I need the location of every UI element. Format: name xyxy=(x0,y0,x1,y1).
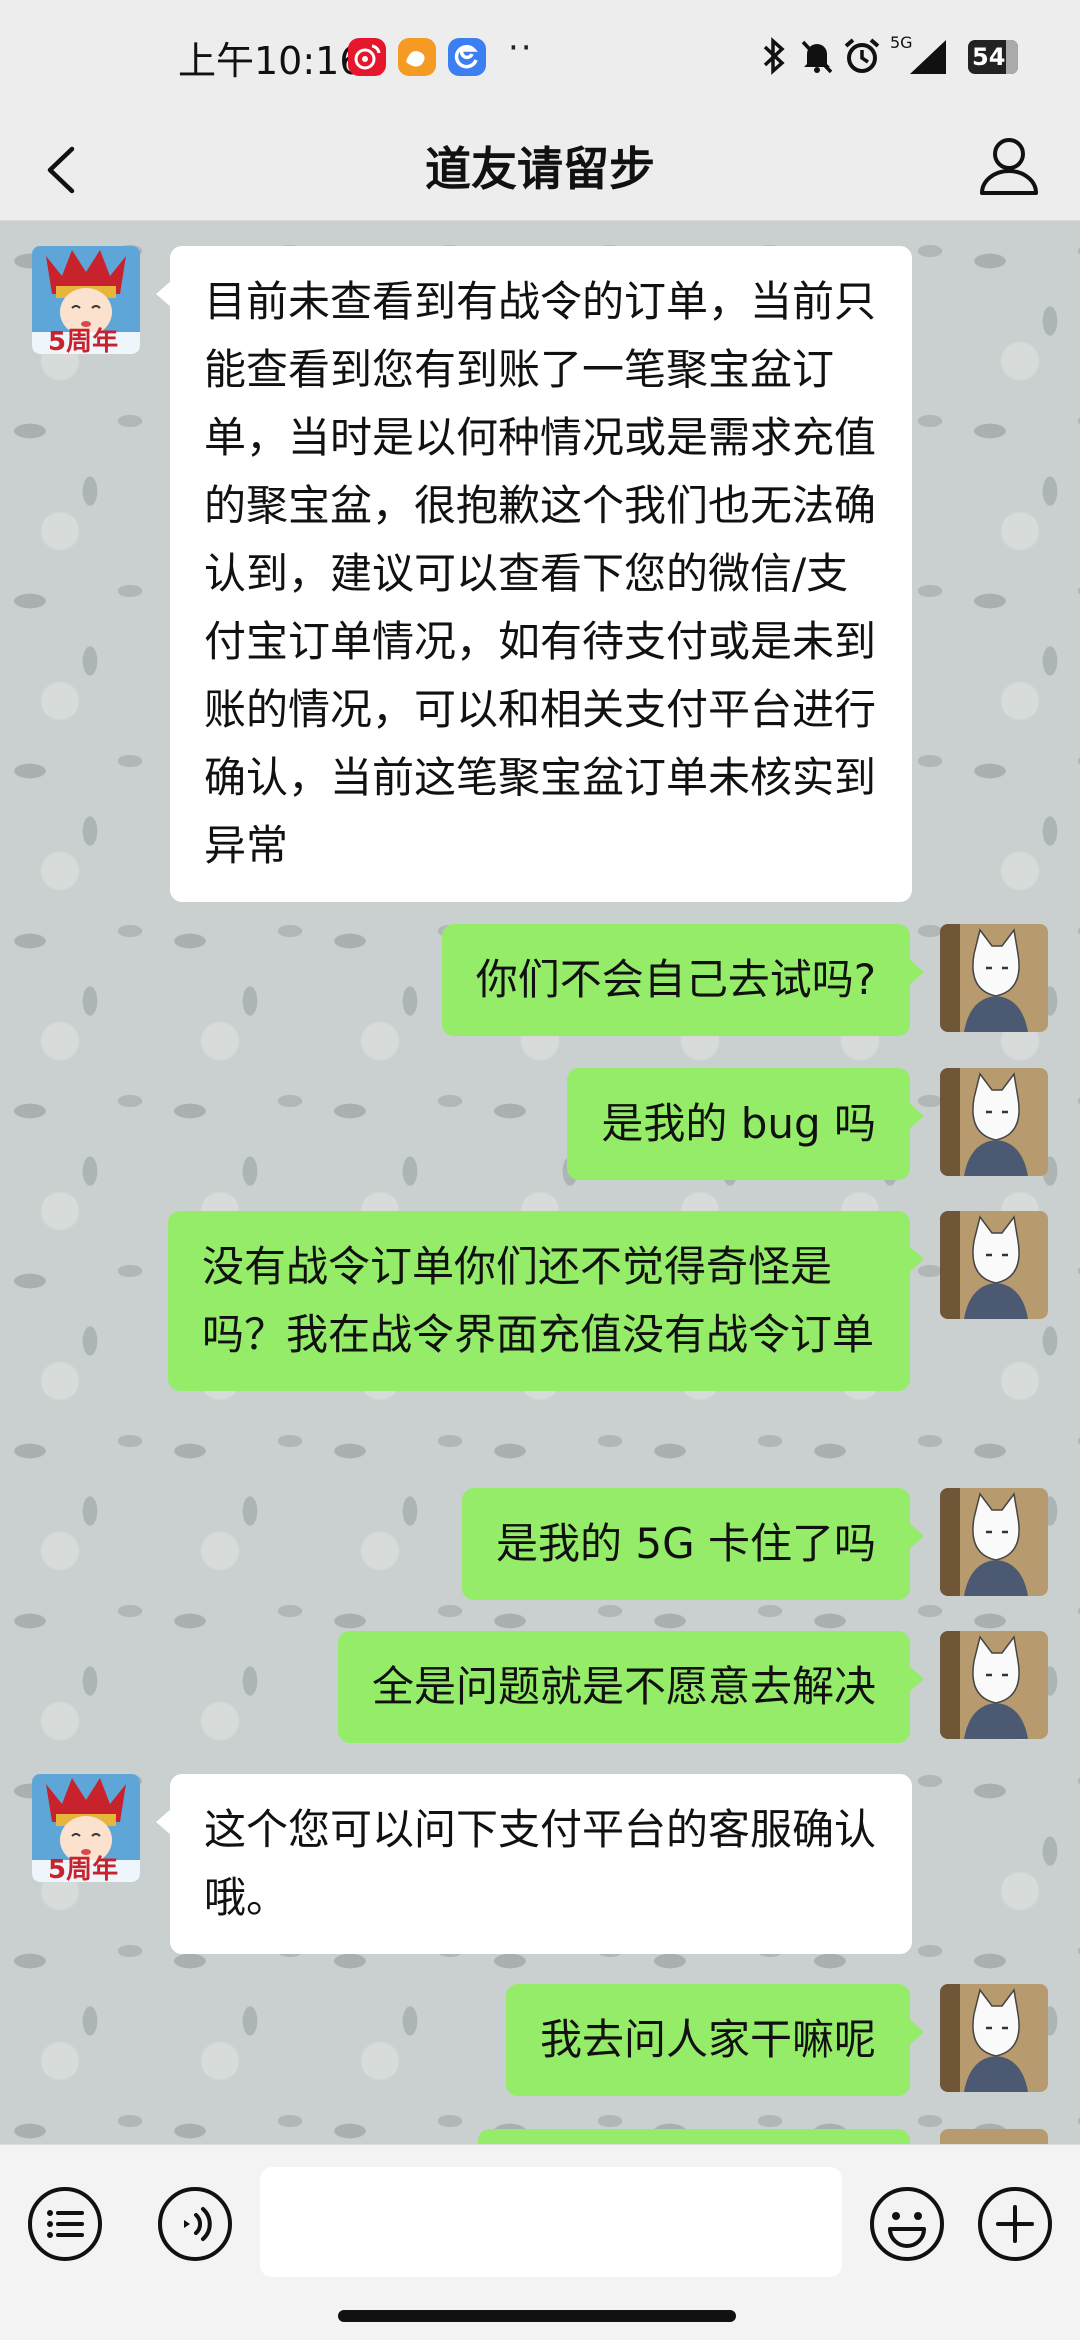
status-time: 上午10:16 xyxy=(178,39,364,83)
battery-indicator: 54 xyxy=(968,40,1018,74)
svg-text:5周年: 5周年 xyxy=(48,326,118,354)
svg-text:5周年: 5周年 xyxy=(48,1854,118,1882)
mute-icon xyxy=(798,36,836,80)
message-bubble[interactable]: 目前未查看到有战令的订单，当前只能查看到您有到账了一笔聚宝盆订单，当时是以何种情… xyxy=(156,246,912,902)
message-bubble[interactable]: 是我的 5G 卡住了吗 xyxy=(462,1488,924,1600)
signal-5g-icon: 5G xyxy=(890,32,950,82)
message-input[interactable] xyxy=(260,2167,842,2277)
message-sent: 是我的 5G 卡住了吗 xyxy=(0,1488,1080,1600)
alarm-icon xyxy=(842,36,882,80)
weibo-icon xyxy=(348,38,386,76)
my-avatar[interactable] xyxy=(940,1068,1048,1176)
status-bar: 上午10:16 ·· 5G 54 xyxy=(0,0,1080,115)
my-avatar[interactable] xyxy=(940,1631,1048,1739)
message-sent: 全是问题就是不愿意去解决 xyxy=(0,1631,1080,1743)
more-actions-button[interactable] xyxy=(976,2185,1054,2263)
voice-input-button[interactable] xyxy=(156,2185,234,2263)
menu-button[interactable] xyxy=(26,2185,104,2263)
my-avatar[interactable] xyxy=(940,924,1048,1032)
message-bubble[interactable]: 你们不会自己去试吗? xyxy=(441,924,925,1036)
message-list[interactable]: 5周年 目前未查看到有战令的订单，当前只能查看到您有到账了一笔聚宝盆订单，当时是… xyxy=(0,221,1080,2144)
customer-service-avatar[interactable]: 5周年 xyxy=(32,246,140,354)
bluetooth-icon xyxy=(760,36,788,80)
emoji-button[interactable] xyxy=(868,2185,946,2263)
battery-level: 54 xyxy=(972,43,1006,71)
person-icon xyxy=(980,138,1038,195)
chat-title: 道友请留步 xyxy=(425,142,655,196)
more-notifications-indicator: ·· xyxy=(508,28,534,68)
voice-wave-icon xyxy=(158,2187,232,2261)
smiley-icon xyxy=(870,2187,944,2261)
edge-browser-icon xyxy=(448,38,486,76)
message-sent: 我去问人家干嘛呢 xyxy=(0,1984,1080,2096)
message-sent: 没有战令订单你们还不觉得奇怪是吗？我在战令界面充值没有战令订单 xyxy=(0,1211,1080,1457)
customer-service-avatar[interactable]: 5周年 xyxy=(32,1774,140,1882)
message-bubble[interactable]: 没有战令订单你们还不觉得奇怪是吗？我在战令界面充值没有战令订单 xyxy=(168,1211,924,1391)
chevron-left-icon xyxy=(47,146,75,194)
message-bubble[interactable]: 全是问题就是不愿意去解决 xyxy=(337,1631,925,1743)
message-received: 5周年 这个您可以问下支付平台的客服确认哦。 xyxy=(0,1774,1080,1954)
message-bubble-partial xyxy=(478,2129,910,2144)
my-avatar[interactable] xyxy=(940,1984,1048,2092)
message-received: 5周年 目前未查看到有战令的订单，当前只能查看到您有到账了一笔聚宝盆订单，当时是… xyxy=(0,246,1080,902)
message-sent: 你们不会自己去试吗? xyxy=(0,924,1080,1036)
svg-text:5G: 5G xyxy=(890,33,913,52)
chat-screen: 上午10:16 ·· 5G 54 道友请留步 5周年 目前未查看到有战令的订单，… xyxy=(0,0,1080,2340)
my-avatar-partial xyxy=(940,2129,1048,2144)
message-bubble[interactable]: 是我的 bug 吗 xyxy=(567,1068,924,1180)
message-sent-partial xyxy=(0,2129,1080,2144)
chat-header: 道友请留步 xyxy=(0,115,1080,221)
back-button[interactable] xyxy=(28,135,98,205)
list-menu-icon xyxy=(28,2187,102,2261)
my-avatar[interactable] xyxy=(940,1211,1048,1319)
message-bubble[interactable]: 这个您可以问下支付平台的客服确认哦。 xyxy=(156,1774,912,1954)
message-bubble[interactable]: 我去问人家干嘛呢 xyxy=(505,1984,925,2096)
plus-icon xyxy=(978,2187,1052,2261)
uc-browser-icon xyxy=(398,38,436,76)
message-sent: 是我的 bug 吗 xyxy=(0,1068,1080,1180)
chat-info-button[interactable] xyxy=(972,129,1046,203)
home-indicator[interactable] xyxy=(338,2310,736,2322)
my-avatar[interactable] xyxy=(940,1488,1048,1596)
